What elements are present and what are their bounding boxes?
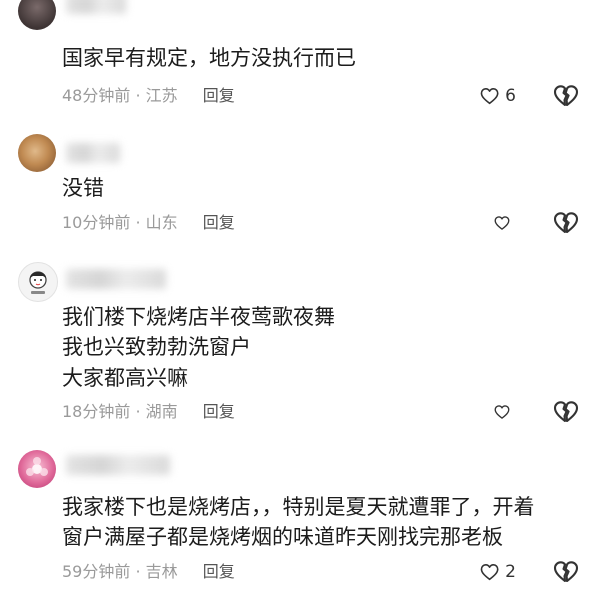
dislike-button[interactable] xyxy=(553,400,579,428)
separator: · xyxy=(135,213,141,232)
comment-location: 吉林 xyxy=(145,562,178,581)
comment-text: 国家早有规定，地方没执行而已 xyxy=(62,46,356,70)
like-button[interactable]: 2 xyxy=(480,560,516,584)
reply-button[interactable]: 回复 xyxy=(203,402,235,421)
like-count: 2 xyxy=(505,562,516,582)
username-blurred xyxy=(66,455,170,475)
heart-outline-icon xyxy=(480,563,499,581)
comment-time: 10分钟前 xyxy=(62,213,131,232)
comment-text: 我家楼下也是烧烤店，，特别是夏天就遭罪了，开着 xyxy=(62,495,535,519)
comment-time: 18分钟前 xyxy=(62,402,131,421)
username-blurred xyxy=(66,0,126,14)
like-button[interactable] xyxy=(494,400,516,424)
avatar[interactable] xyxy=(18,0,56,30)
broken-heart-icon xyxy=(553,212,579,234)
separator: · xyxy=(135,402,141,421)
comment-meta: 10分钟前 · 山东 回复 xyxy=(62,212,235,234)
username-blurred xyxy=(66,269,166,289)
comment-location: 山东 xyxy=(145,213,178,232)
reply-button[interactable]: 回复 xyxy=(203,86,235,105)
comment-text: 我也兴致勃勃洗窗户 xyxy=(62,335,251,359)
dislike-button[interactable] xyxy=(553,560,579,588)
comment-meta: 59分钟前 · 吉林 回复 xyxy=(62,561,235,583)
like-count: 6 xyxy=(505,86,516,106)
broken-heart-icon xyxy=(553,401,579,423)
username-blurred xyxy=(66,143,120,163)
flower-avatar-icon xyxy=(26,457,48,476)
avatar[interactable] xyxy=(18,450,56,488)
comment-time: 59分钟前 xyxy=(62,562,131,581)
separator: · xyxy=(135,86,141,105)
comment-time: 48分钟前 xyxy=(62,86,131,105)
comment-text: 大家都高兴嘛 xyxy=(62,366,188,390)
avatar[interactable] xyxy=(18,262,58,302)
separator: · xyxy=(135,562,141,581)
dislike-button[interactable] xyxy=(553,211,579,239)
heart-outline-icon xyxy=(494,216,510,230)
broken-heart-icon xyxy=(553,85,579,107)
reply-button[interactable]: 回复 xyxy=(203,213,235,232)
like-button[interactable]: 6 xyxy=(480,84,516,108)
comment-text: 没错 xyxy=(62,176,104,200)
comment-location: 江苏 xyxy=(145,86,178,105)
like-button[interactable] xyxy=(494,211,516,235)
comment-location: 湖南 xyxy=(145,402,178,421)
comment-meta: 18分钟前 · 湖南 回复 xyxy=(62,401,235,423)
comment-text: 窗户满屋子都是烧烤烟的味道昨天刚找完那老板 xyxy=(62,525,503,549)
avatar[interactable] xyxy=(18,134,56,172)
broken-heart-icon xyxy=(553,561,579,583)
comment-meta: 48分钟前 · 江苏 回复 xyxy=(62,85,235,107)
heart-outline-icon xyxy=(494,405,510,419)
dislike-button[interactable] xyxy=(553,84,579,112)
comment-text: 我们楼下烧烤店半夜莺歌夜舞 xyxy=(62,305,335,329)
reply-button[interactable]: 回复 xyxy=(203,562,235,581)
heart-outline-icon xyxy=(480,87,499,105)
cartoon-avatar-icon xyxy=(29,271,47,294)
